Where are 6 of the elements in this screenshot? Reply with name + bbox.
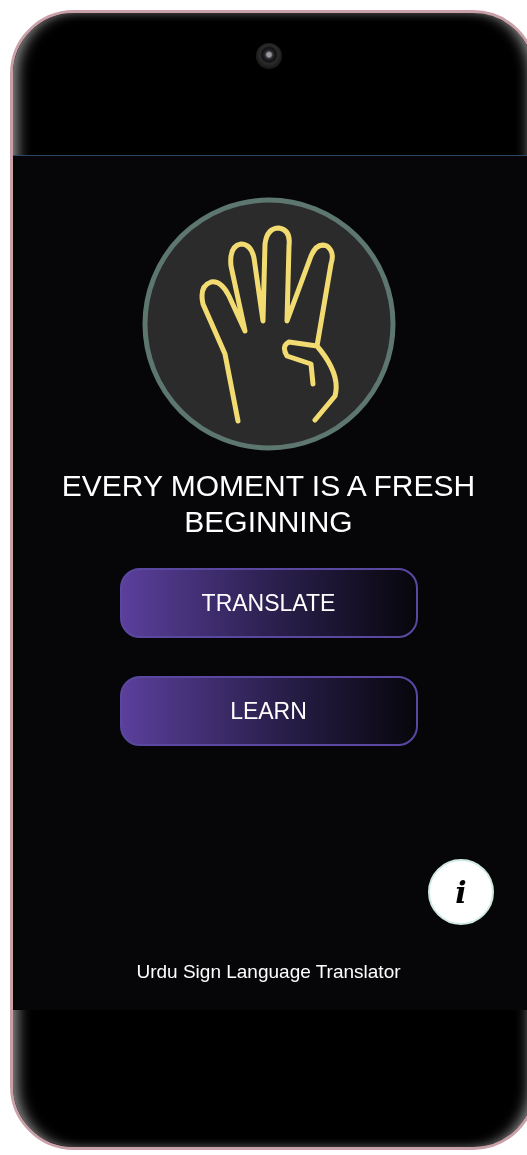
tagline: EVERY MOMENT IS A FRESH BEGINNING xyxy=(60,468,477,540)
info-button[interactable]: i xyxy=(428,859,494,925)
app-name: Urdu Sign Language Translator xyxy=(136,961,401,983)
camera-icon xyxy=(255,43,282,69)
menu-button[interactable]: LEARN xyxy=(119,676,418,746)
menu-button[interactable]: TRANSLATE xyxy=(119,568,418,638)
